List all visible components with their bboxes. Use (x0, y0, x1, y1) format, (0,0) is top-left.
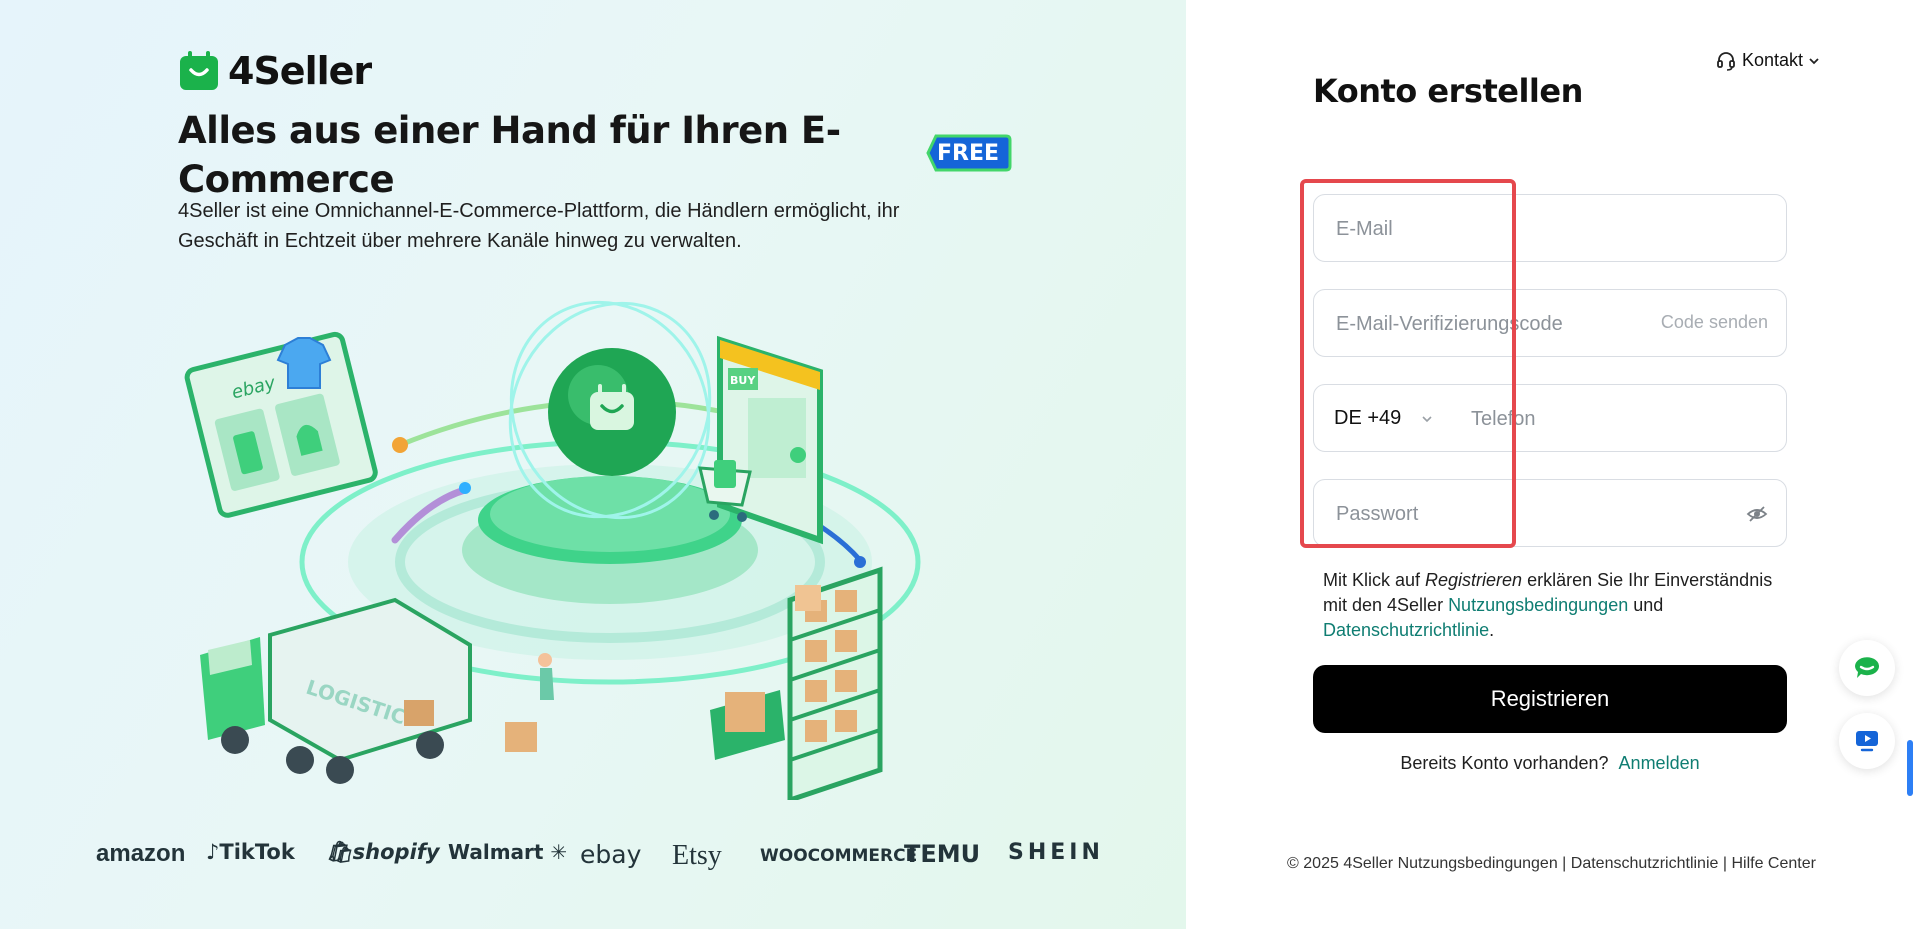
contact-menu[interactable]: Kontakt (1716, 50, 1826, 71)
free-badge: FREE (937, 141, 1000, 166)
login-prompt: Bereits Konto vorhanden? Anmelden (1313, 753, 1787, 774)
chevron-down-icon (1809, 57, 1819, 64)
footer-separator: | (1562, 855, 1567, 872)
privacy-link[interactable]: Datenschutzrichtlinie (1323, 620, 1489, 640)
video-icon (1856, 731, 1878, 752)
shopify-bag-icon: 🛍 (326, 840, 353, 864)
shopify-logo: 🛍shopify (326, 840, 440, 864)
footer-copyright: © 2025 4Seller (1287, 855, 1394, 872)
tiktok-logo: ♪TikTok (206, 840, 295, 864)
form-title: Konto erstellen (1313, 72, 1583, 110)
footer-help-link[interactable]: Hilfe Center (1731, 855, 1815, 872)
logo[interactable]: 4Seller (178, 49, 372, 93)
hero-panel: 4Seller Alles aus einer Hand für Ihren E… (0, 0, 1186, 929)
headset-icon (1717, 51, 1735, 71)
brand-name: 4Seller (228, 49, 372, 93)
amazon-logo: amazon (96, 840, 186, 867)
footer-separator: | (1722, 855, 1728, 872)
tiktok-note-icon: ♪ (206, 840, 220, 864)
chat-icon (1855, 657, 1879, 678)
ebay-logo: ebay (580, 840, 642, 869)
register-button[interactable]: Registrieren (1313, 665, 1787, 733)
walmart-logo: Walmart ✳ (448, 840, 568, 864)
shopping-bag-logo-icon (180, 51, 218, 90)
hero-subtitle: 4Seller ist eine Omnichannel-E-Commerce-… (178, 200, 900, 252)
ecommerce-illustration: ebay BUY LOGISTIC (184, 300, 921, 800)
footer: © 2025 4Seller Nutzungsbedingungen | Dat… (1186, 855, 1917, 873)
woocommerce-logo: WOOCOMMERCE (760, 846, 918, 866)
temu-logo: TEMU (904, 840, 981, 868)
terms-link[interactable]: Nutzungsbedingungen (1448, 595, 1628, 615)
walmart-spark-icon: ✳ (543, 840, 568, 864)
scrollbar-thumb[interactable] (1907, 740, 1913, 796)
chat-button[interactable] (1839, 640, 1895, 696)
login-link[interactable]: Anmelden (1619, 753, 1700, 773)
have-account-text: Bereits Konto vorhanden? (1400, 753, 1609, 773)
highlight-annotation (1300, 179, 1516, 548)
form-panel (1186, 0, 1917, 929)
footer-privacy-link[interactable]: Datenschutzrichtlinie (1571, 855, 1719, 872)
etsy-logo: Etsy (672, 840, 722, 871)
video-button[interactable] (1839, 713, 1895, 769)
terms-action-name: Registrieren (1425, 570, 1523, 590)
terms-notice: Mit Klick auf Registrieren erklären Sie … (1323, 570, 1773, 640)
contact-label: Kontakt (1742, 50, 1804, 70)
eye-off-icon[interactable] (1746, 504, 1768, 524)
shein-logo: SHEIN (1008, 840, 1104, 865)
buy-card-label: BUY (730, 374, 756, 387)
hero-headline: Alles aus einer Hand für Ihren E-Commerc… (178, 109, 841, 201)
send-code-button[interactable]: Code senden (1661, 312, 1768, 333)
marketplace-logos: amazon ♪TikTok 🛍shopify Walmart ✳ ebay E… (96, 840, 1100, 876)
footer-terms-link[interactable]: Nutzungsbedingungen (1398, 855, 1558, 872)
